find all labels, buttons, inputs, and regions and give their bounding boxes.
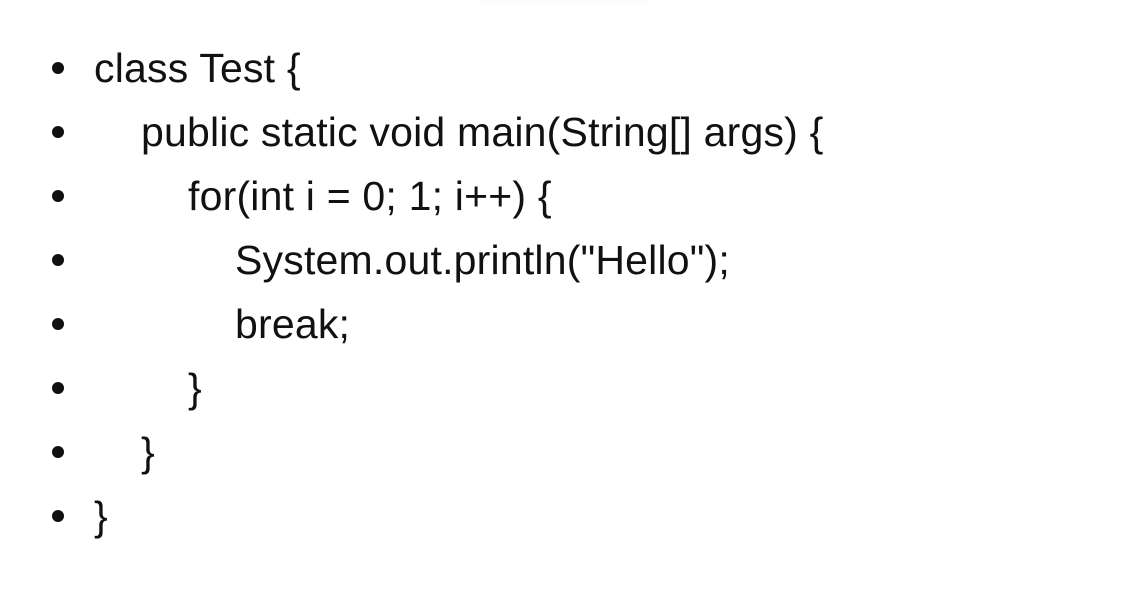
code-text: public static void main(String[] args) { [141,109,824,155]
code-line-7: } [0,418,1129,482]
code-text: for(int i = 0; 1; i++) { [188,173,552,219]
bullet-icon [52,446,64,458]
code-text: } [141,429,155,475]
bullet-icon [52,126,64,138]
bullet-icon [52,510,64,522]
bullet-icon [52,190,64,202]
code-text: } [188,365,202,411]
code-text: class Test { [94,45,301,91]
code-line-8: } [0,482,1129,546]
bullet-icon [52,254,64,266]
bullet-icon [52,318,64,330]
bullet-icon [52,382,64,394]
top-smudge-decoration [478,0,648,6]
code-line-6: } [0,354,1129,418]
code-text: } [94,493,108,539]
code-line-1: class Test { [0,34,1129,98]
code-line-3: for(int i = 0; 1; i++) { [0,162,1129,226]
slide: class Test { public static void main(Str… [0,0,1129,596]
code-line-5: break; [0,290,1129,354]
code-text: break; [235,301,351,347]
code-text: System.out.println("Hello"); [235,237,730,283]
bullet-icon [52,62,64,74]
code-line-2: public static void main(String[] args) { [0,98,1129,162]
code-line-4: System.out.println("Hello"); [0,226,1129,290]
